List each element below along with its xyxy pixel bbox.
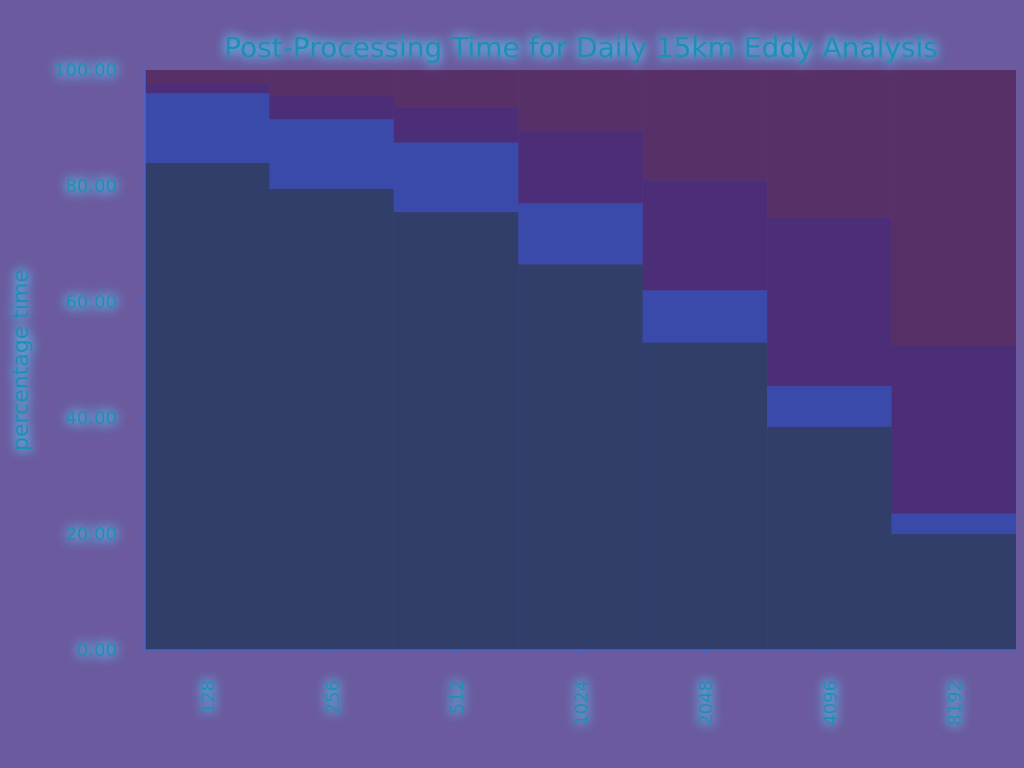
chart-title: Post-Processing Time for Daily 15km Eddy…: [224, 31, 938, 64]
bar-4096-segment-1: [767, 426, 892, 650]
bar-256-segment-2: [269, 119, 394, 189]
y-tick-label: 0.00: [77, 640, 117, 661]
x-tick-label: 256: [323, 680, 344, 714]
bar-128-segment-3: [145, 84, 270, 94]
y-tick-label: 40.00: [65, 408, 117, 429]
bar-8192-segment-4: [891, 70, 1016, 346]
x-tick-label: 512: [447, 680, 468, 714]
bar-2048-segment-3: [642, 180, 768, 291]
y-tick-label: 20.00: [65, 524, 117, 545]
x-ticks-group: 128 256 512 1024 2048 4096 8192: [198, 650, 966, 726]
x-tick-label: 4096: [820, 680, 841, 726]
bar-1024-segment-2: [518, 203, 643, 265]
x-tick-label: 1024: [572, 680, 593, 726]
bar-8192-segment-1: [891, 534, 1016, 650]
bar-1024-segment-1: [518, 264, 643, 650]
bar-1024-segment-3: [518, 130, 643, 204]
y-tick-label: 60.00: [65, 292, 117, 313]
bar-2048-segment-1: [642, 342, 768, 650]
bar-512-segment-3: [393, 107, 519, 143]
y-axis-label: percentage time: [9, 269, 34, 451]
bar-8192-segment-2: [891, 513, 1016, 534]
bar-4096-segment-2: [767, 386, 892, 427]
bar-2048-segment-4: [642, 70, 768, 181]
bar-128-segment-4: [145, 70, 270, 85]
x-tick-label: 2048: [696, 680, 717, 726]
bars-group: [145, 70, 1016, 651]
bar-512-segment-1: [393, 212, 519, 650]
bar-128-segment-2: [145, 93, 270, 163]
y-ticks-group: 0.00 20.00 40.00 60.00 80.00 100.00: [54, 60, 145, 661]
bar-1024-segment-4: [518, 70, 643, 131]
bar-256-segment-1: [269, 188, 394, 650]
y-tick-label: 80.00: [65, 176, 117, 197]
chart-canvas: 0.00 20.00 40.00 60.00 80.00 100.00 128 256 512…: [9, 31, 1016, 726]
y-tick-label: 100.00: [54, 60, 117, 81]
bar-128-segment-1: [145, 162, 270, 651]
bar-512-segment-4: [393, 70, 519, 108]
bar-256-segment-4: [269, 70, 394, 97]
x-tick-label: 128: [198, 680, 219, 714]
bar-256-segment-3: [269, 96, 394, 120]
bar-512-segment-2: [393, 142, 519, 213]
bar-4096-segment-3: [767, 217, 892, 387]
bar-4096-segment-4: [767, 70, 892, 218]
bar-2048-segment-2: [642, 290, 768, 343]
x-tick-label: 8192: [945, 680, 966, 726]
bar-8192-segment-3: [891, 345, 1016, 514]
